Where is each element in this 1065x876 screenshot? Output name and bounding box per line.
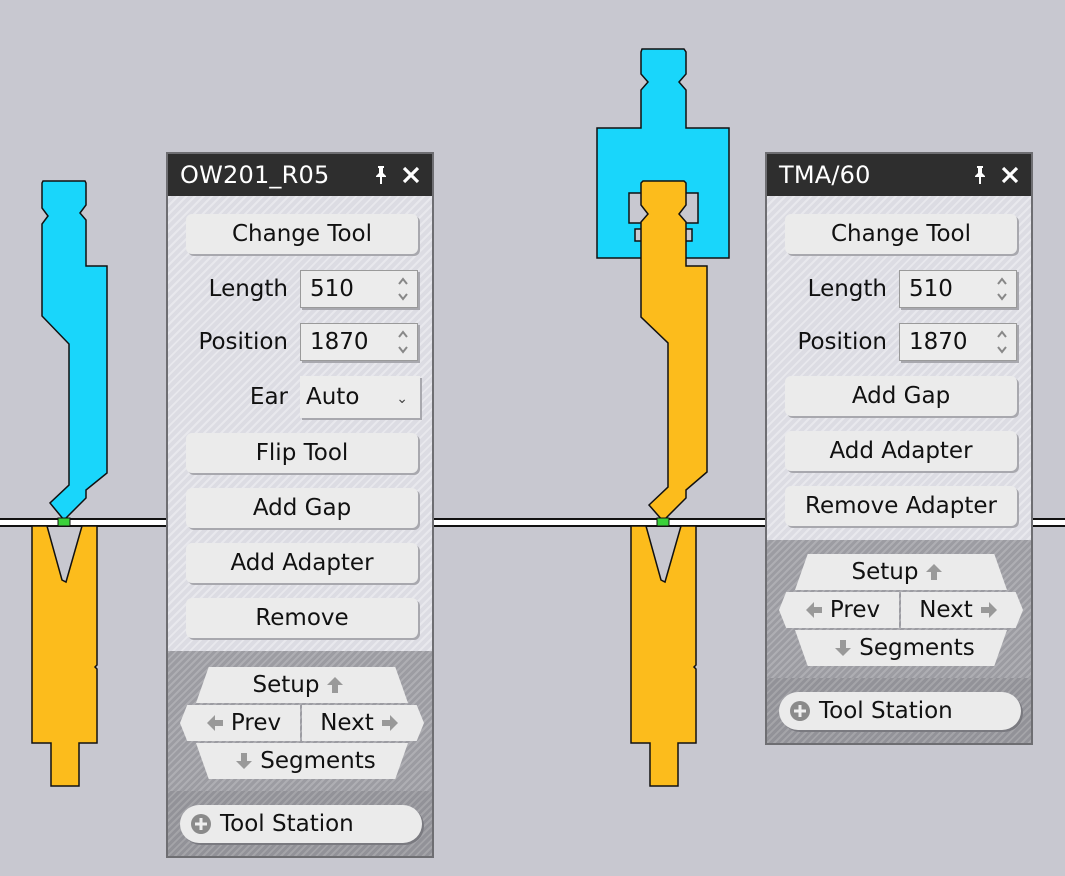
length-input[interactable]: 510 <box>899 270 1017 308</box>
tool-station-button[interactable]: Tool Station <box>779 692 1021 730</box>
segments-label: Segments <box>260 748 376 774</box>
plus-circle-icon <box>191 814 211 834</box>
pin-icon[interactable] <box>967 162 993 188</box>
tool-station-button[interactable]: Tool Station <box>180 805 422 843</box>
length-row: Length 510 <box>168 268 432 310</box>
arrow-right-icon <box>381 715 398 731</box>
tool-station-label: Tool Station <box>220 811 354 837</box>
position-row: Position 1870 <box>767 321 1031 363</box>
position-label: Position <box>797 329 887 355</box>
navigation-area: Setup Prev Next Segments <box>168 651 432 791</box>
panel-title: TMA/60 <box>779 161 871 189</box>
change-tool-button[interactable]: Change Tool <box>785 214 1017 254</box>
segments-label: Segments <box>859 635 975 661</box>
add-adapter-button[interactable]: Add Adapter <box>785 431 1017 471</box>
length-label: Length <box>208 276 288 302</box>
contact-marker-left <box>57 517 71 527</box>
position-value: 1870 <box>909 329 968 355</box>
tool-station-area: Tool Station <box>767 678 1031 743</box>
tool-station-area: Tool Station <box>168 791 432 856</box>
prev-button[interactable]: Prev <box>779 592 899 628</box>
arrow-left-icon <box>805 602 822 618</box>
arrow-up-icon <box>327 677 344 693</box>
die-left[interactable] <box>31 525 98 787</box>
next-button[interactable]: Next <box>901 592 1023 628</box>
die-right[interactable] <box>630 525 697 787</box>
position-input[interactable]: 1870 <box>300 323 418 361</box>
add-adapter-button[interactable]: Add Adapter <box>186 543 418 583</box>
tool-panel-left: OW201_R05 Change Tool Length 510 Positio… <box>166 152 434 858</box>
chevron-down-icon: ⌄ <box>396 391 408 407</box>
panel-header: OW201_R05 <box>168 154 432 196</box>
segments-button[interactable]: Segments <box>795 630 1007 666</box>
length-value: 510 <box>310 276 354 302</box>
length-row: Length 510 <box>767 268 1031 310</box>
pin-icon[interactable] <box>368 162 394 188</box>
segments-button[interactable]: Segments <box>196 743 408 779</box>
panel-header: TMA/60 <box>767 154 1031 196</box>
setup-label: Setup <box>252 672 320 698</box>
next-button[interactable]: Next <box>302 705 424 741</box>
nav-cluster: Setup Prev Next Segments <box>180 667 424 779</box>
add-gap-button[interactable]: Add Gap <box>785 376 1017 416</box>
arrow-down-icon <box>835 640 852 656</box>
length-label: Length <box>807 276 887 302</box>
close-icon[interactable] <box>997 162 1023 188</box>
ear-row: Ear Auto ⌄ <box>168 376 432 418</box>
ear-label: Ear <box>249 384 288 410</box>
arrow-left-icon <box>206 715 223 731</box>
prev-label: Prev <box>230 710 282 736</box>
tool-panel-right: TMA/60 Change Tool Length 510 Position 1… <box>765 152 1033 745</box>
spinner-icon[interactable] <box>397 275 409 303</box>
tool-station-label: Tool Station <box>819 698 953 724</box>
arrow-down-icon <box>236 753 253 769</box>
navigation-area: Setup Prev Next Segments <box>767 540 1031 678</box>
setup-button[interactable]: Setup <box>196 667 408 703</box>
arrow-up-icon <box>926 564 943 580</box>
plus-circle-icon <box>790 701 810 721</box>
next-label: Next <box>320 710 374 736</box>
spinner-icon[interactable] <box>397 328 409 356</box>
setup-label: Setup <box>851 559 919 585</box>
change-tool-button[interactable]: Change Tool <box>186 214 418 254</box>
spinner-icon[interactable] <box>996 275 1008 303</box>
contact-marker-right <box>656 517 670 527</box>
panel-title: OW201_R05 <box>180 161 330 189</box>
remove-adapter-button[interactable]: Remove Adapter <box>785 486 1017 526</box>
position-row: Position 1870 <box>168 321 432 363</box>
close-icon[interactable] <box>398 162 424 188</box>
position-label: Position <box>198 329 288 355</box>
next-label: Next <box>919 597 973 623</box>
spinner-icon[interactable] <box>996 328 1008 356</box>
length-value: 510 <box>909 276 953 302</box>
position-value: 1870 <box>310 329 369 355</box>
add-gap-button[interactable]: Add Gap <box>186 488 418 528</box>
prev-button[interactable]: Prev <box>180 705 300 741</box>
nav-cluster: Setup Prev Next Segments <box>779 554 1023 666</box>
length-input[interactable]: 510 <box>300 270 418 308</box>
ear-value: Auto <box>306 384 360 410</box>
setup-button[interactable]: Setup <box>795 554 1007 590</box>
prev-label: Prev <box>829 597 881 623</box>
punch-left[interactable] <box>41 180 108 522</box>
ear-select[interactable]: Auto ⌄ <box>300 376 420 418</box>
arrow-right-icon <box>980 602 997 618</box>
position-input[interactable]: 1870 <box>899 323 1017 361</box>
remove-button[interactable]: Remove <box>186 598 418 638</box>
flip-tool-button[interactable]: Flip Tool <box>186 433 418 473</box>
